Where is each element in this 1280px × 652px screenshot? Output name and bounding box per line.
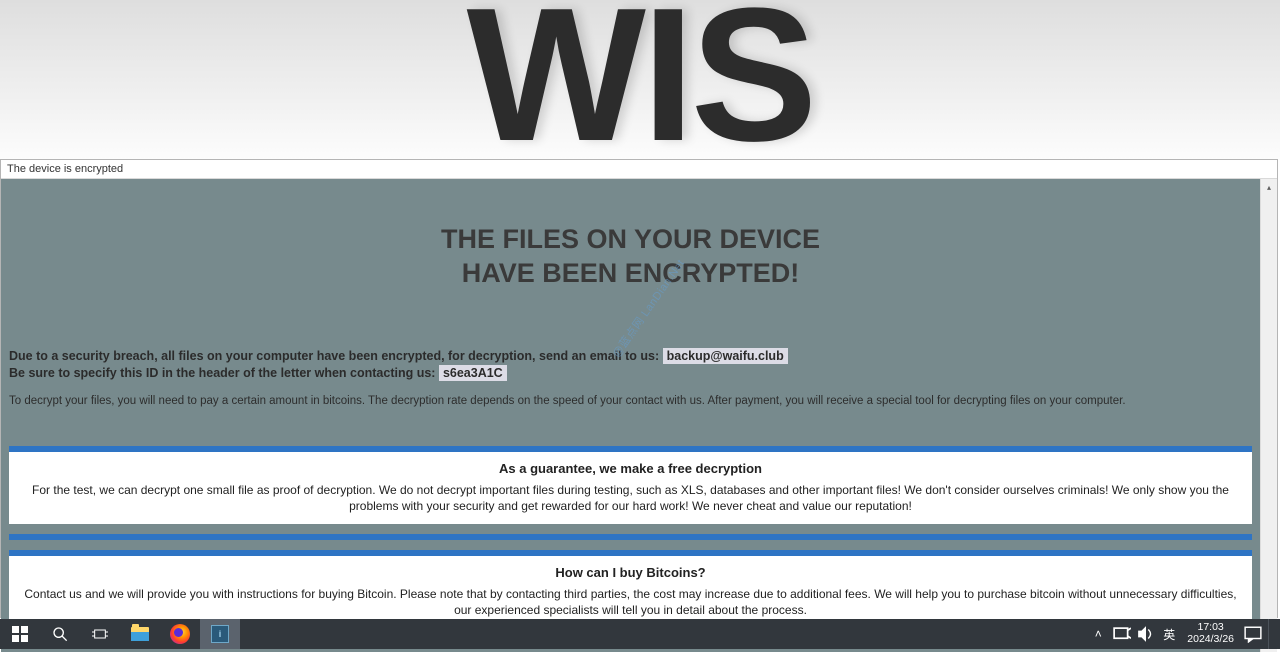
bitcoin-panel: How can I buy Bitcoins? Contact us and w… — [9, 556, 1252, 628]
system-tray: ˄ 英 17:03 2024/3/26 — [1089, 619, 1280, 649]
file-explorer-button[interactable] — [120, 619, 160, 649]
scroll-up-button[interactable]: ▴ — [1261, 179, 1277, 196]
app-running-button[interactable]: i — [200, 619, 240, 649]
ime-indicator[interactable]: 英 — [1161, 619, 1177, 649]
wallpaper-brand-text: WIS — [467, 0, 814, 160]
firefox-icon — [170, 624, 190, 644]
start-button[interactable] — [0, 619, 40, 649]
bitcoin-title: How can I buy Bitcoins? — [19, 564, 1242, 582]
window-titlebar[interactable]: The device is encrypted — [1, 160, 1277, 179]
contact-email: backup@waifu.club — [663, 348, 788, 364]
ransom-heading: THE FILES ON YOUR DEVICE HAVE BEEN ENCRY… — [9, 223, 1252, 291]
network-icon[interactable] — [1113, 619, 1131, 649]
volume-icon[interactable] — [1137, 619, 1155, 649]
guarantee-panel: As a guarantee, we make a free decryptio… — [9, 452, 1252, 524]
ransom-window: The device is encrypted THE FILES ON YOU… — [0, 159, 1278, 618]
victim-id: s6ea3A1C — [439, 365, 507, 381]
folder-icon — [131, 627, 149, 641]
heading-line-1: THE FILES ON YOUR DEVICE — [9, 223, 1252, 257]
divider-bar-2 — [9, 534, 1252, 540]
heading-line-2: HAVE BEEN ENCRYPTED! — [9, 257, 1252, 291]
intro-line-1: Due to a security breach, all files on y… — [9, 349, 663, 363]
desktop-wallpaper: WIS — [0, 0, 1280, 160]
ransom-paragraph: To decrypt your files, you will need to … — [9, 394, 1252, 409]
window-title: The device is encrypted — [7, 163, 123, 175]
vertical-scrollbar[interactable]: ▴ ▾ — [1260, 179, 1277, 652]
clock-date: 2024/3/26 — [1187, 634, 1234, 646]
task-view-icon — [92, 626, 108, 642]
search-button[interactable] — [40, 619, 80, 649]
guarantee-body: For the test, we can decrypt one small f… — [19, 482, 1242, 514]
show-desktop-button[interactable] — [1268, 619, 1274, 649]
bitcoin-body: Contact us and we will provide you with … — [19, 586, 1242, 618]
ransom-body: Due to a security breach, all files on y… — [9, 349, 1252, 380]
app-icon: i — [211, 625, 229, 643]
search-icon — [52, 626, 68, 642]
windows-icon — [12, 626, 28, 642]
intro-line-2: Be sure to specify this ID in the header… — [9, 366, 439, 380]
notifications-icon[interactable] — [1244, 619, 1262, 649]
ransom-content: THE FILES ON YOUR DEVICE HAVE BEEN ENCRY… — [1, 179, 1260, 652]
tray-chevron-up-icon[interactable]: ˄ — [1089, 619, 1107, 649]
task-view-button[interactable] — [80, 619, 120, 649]
guarantee-title: As a guarantee, we make a free decryptio… — [19, 460, 1242, 478]
firefox-button[interactable] — [160, 619, 200, 649]
taskbar: i ˄ 英 17:03 2024/3/26 — [0, 619, 1280, 649]
clock[interactable]: 17:03 2024/3/26 — [1183, 622, 1238, 645]
